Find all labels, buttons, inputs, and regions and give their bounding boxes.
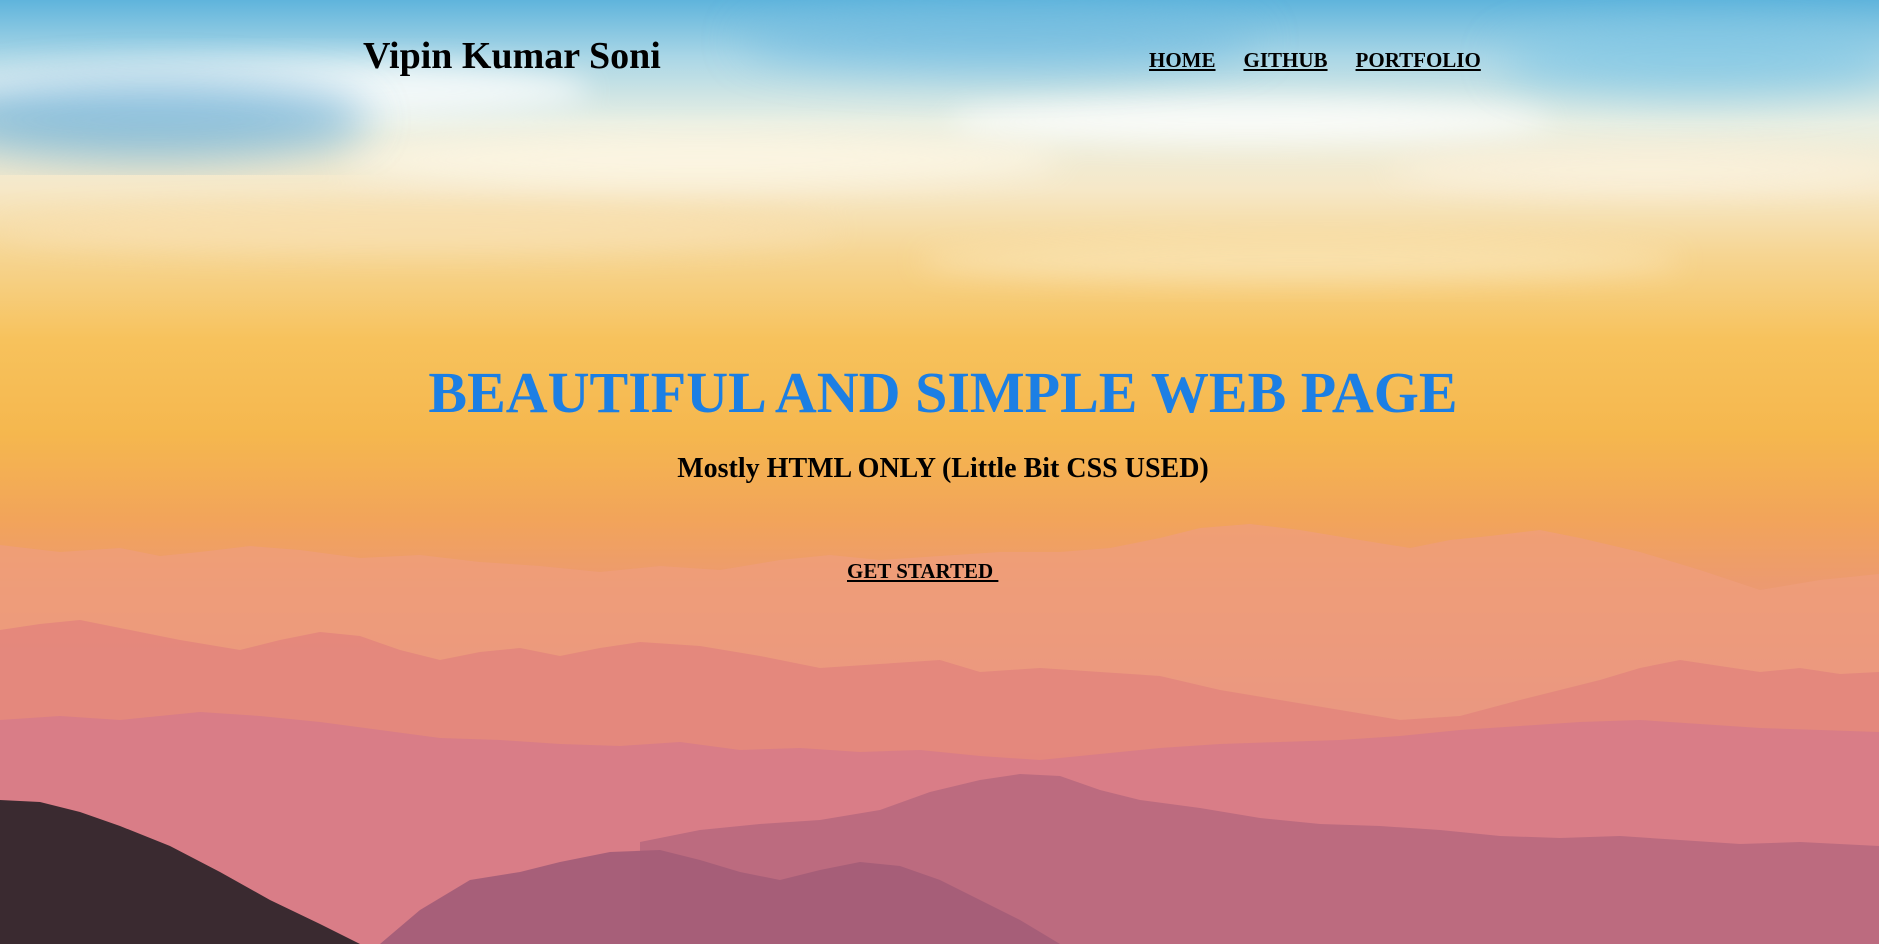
hero-title: BEAUTIFUL AND SIMPLE WEB PAGE xyxy=(428,360,1458,425)
main-nav: HOME GITHUB PORTFOLIO xyxy=(1149,48,1481,73)
hero-subtitle: Mostly HTML ONLY (Little Bit CSS USED) xyxy=(677,453,1209,484)
get-started-link[interactable]: GET STARTED xyxy=(847,559,998,584)
nav-link-github[interactable]: GITHUB xyxy=(1244,48,1328,73)
page-background: Vipin Kumar Soni HOME GITHUB PORTFOLIO B… xyxy=(0,0,1879,944)
nav-link-portfolio[interactable]: PORTFOLIO xyxy=(1356,48,1481,73)
site-name: Vipin Kumar Soni xyxy=(363,35,661,77)
nav-link-home[interactable]: HOME xyxy=(1149,48,1216,73)
